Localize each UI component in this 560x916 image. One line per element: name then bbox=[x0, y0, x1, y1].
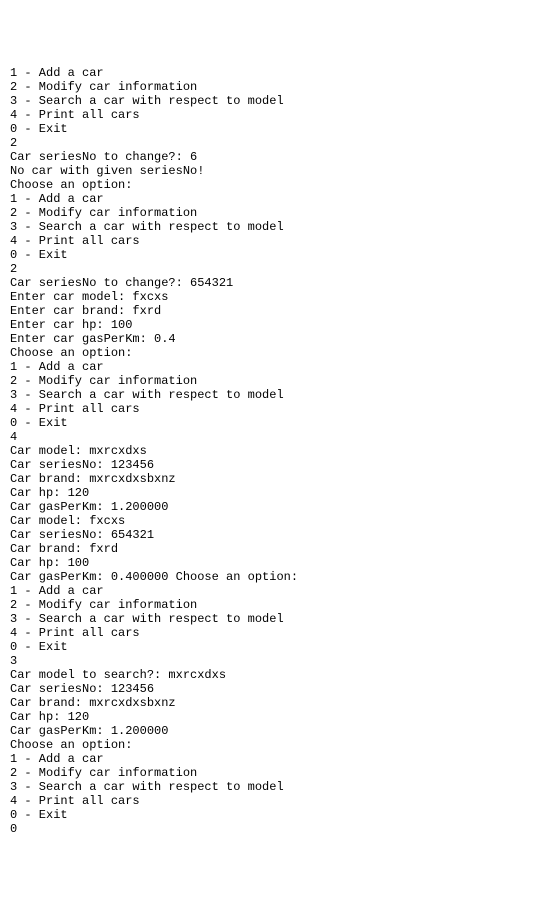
terminal-line: 1 - Add a car bbox=[10, 192, 550, 206]
terminal-line: 1 - Add a car bbox=[10, 584, 550, 598]
terminal-line: Enter car brand: fxrd bbox=[10, 304, 550, 318]
terminal-line: Car seriesNo: 123456 bbox=[10, 682, 550, 696]
terminal-line: Choose an option: bbox=[10, 346, 550, 360]
terminal-line: Car brand: mxrcxdxsbxnz bbox=[10, 472, 550, 486]
terminal-line: Car brand: fxrd bbox=[10, 542, 550, 556]
terminal-line: 4 - Print all cars bbox=[10, 402, 550, 416]
terminal-line: 3 - Search a car with respect to model bbox=[10, 612, 550, 626]
terminal-line: 0 - Exit bbox=[10, 808, 550, 822]
terminal-line: Car seriesNo to change?: 654321 bbox=[10, 276, 550, 290]
terminal-line: Car model to search?: mxrcxdxs bbox=[10, 668, 550, 682]
terminal-line: Car brand: mxrcxdxsbxnz bbox=[10, 696, 550, 710]
terminal-line: 2 bbox=[10, 262, 550, 276]
terminal-line: Enter car gasPerKm: 0.4 bbox=[10, 332, 550, 346]
terminal-line: 2 bbox=[10, 136, 550, 150]
terminal-line: 3 - Search a car with respect to model bbox=[10, 388, 550, 402]
terminal-line: 2 - Modify car information bbox=[10, 598, 550, 612]
terminal-line: 0 bbox=[10, 822, 550, 836]
terminal-line: 2 - Modify car information bbox=[10, 206, 550, 220]
terminal-line: Car seriesNo to change?: 6 bbox=[10, 150, 550, 164]
terminal-line: 4 - Print all cars bbox=[10, 234, 550, 248]
terminal-line: Car hp: 120 bbox=[10, 486, 550, 500]
terminal-line: 0 - Exit bbox=[10, 248, 550, 262]
terminal-line: No car with given seriesNo! bbox=[10, 164, 550, 178]
terminal-line: Enter car model: fxcxs bbox=[10, 290, 550, 304]
terminal-line: Car gasPerKm: 0.400000 Choose an option: bbox=[10, 570, 550, 584]
terminal-line: Car gasPerKm: 1.200000 bbox=[10, 724, 550, 738]
terminal-line: 2 - Modify car information bbox=[10, 374, 550, 388]
terminal-line: 4 - Print all cars bbox=[10, 626, 550, 640]
terminal-line: Car seriesNo: 654321 bbox=[10, 528, 550, 542]
terminal-line: 3 - Search a car with respect to model bbox=[10, 780, 550, 794]
terminal-line: Car hp: 120 bbox=[10, 710, 550, 724]
terminal-line: 0 - Exit bbox=[10, 640, 550, 654]
terminal-line: Car gasPerKm: 1.200000 bbox=[10, 500, 550, 514]
terminal-line: Choose an option: bbox=[10, 178, 550, 192]
terminal-line: Choose an option: bbox=[10, 738, 550, 752]
terminal-line: 3 bbox=[10, 654, 550, 668]
terminal-line: Car model: mxrcxdxs bbox=[10, 444, 550, 458]
terminal-line: 2 - Modify car information bbox=[10, 766, 550, 780]
terminal-line: Enter car hp: 100 bbox=[10, 318, 550, 332]
terminal-line: 1 - Add a car bbox=[10, 66, 550, 80]
terminal-line: 4 - Print all cars bbox=[10, 794, 550, 808]
terminal-line: 4 - Print all cars bbox=[10, 108, 550, 122]
terminal-line: 3 - Search a car with respect to model bbox=[10, 94, 550, 108]
terminal-line: Car hp: 100 bbox=[10, 556, 550, 570]
terminal-line: 1 - Add a car bbox=[10, 360, 550, 374]
terminal-line: Car model: fxcxs bbox=[10, 514, 550, 528]
terminal-output: 1 - Add a car2 - Modify car information3… bbox=[10, 66, 550, 836]
terminal-line: 4 bbox=[10, 430, 550, 444]
terminal-line: Car seriesNo: 123456 bbox=[10, 458, 550, 472]
terminal-line: 2 - Modify car information bbox=[10, 80, 550, 94]
terminal-line: 3 - Search a car with respect to model bbox=[10, 220, 550, 234]
terminal-line: 1 - Add a car bbox=[10, 752, 550, 766]
terminal-line: 0 - Exit bbox=[10, 122, 550, 136]
terminal-line: 0 - Exit bbox=[10, 416, 550, 430]
